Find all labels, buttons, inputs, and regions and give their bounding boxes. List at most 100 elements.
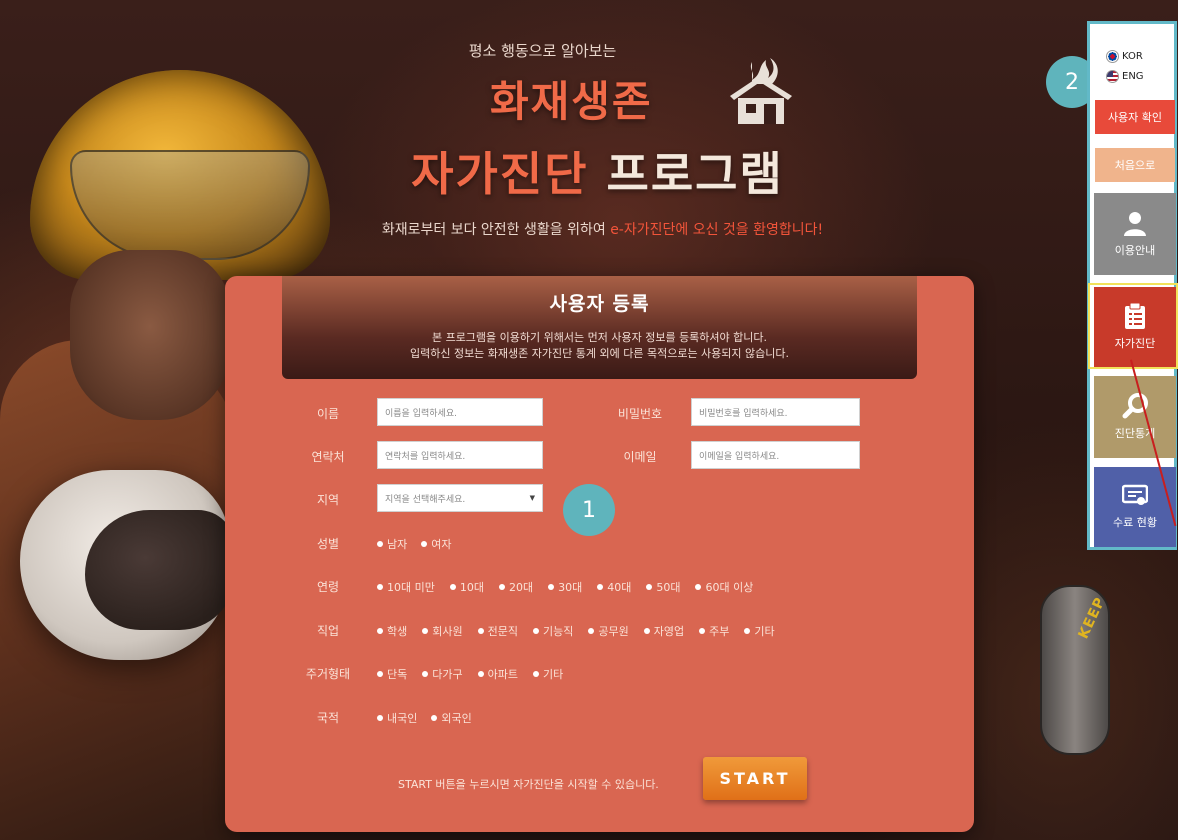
us-flag-icon xyxy=(1106,70,1119,83)
password-label: 비밀번호 xyxy=(617,407,663,421)
nationality-option-korean[interactable]: 내국인 xyxy=(377,710,417,726)
radio-dot-icon xyxy=(422,671,429,677)
registration-panel: 사용자 등록 본 프로그램을 이용하기 위해서는 먼저 사용자 정보를 등록하셔… xyxy=(225,276,974,832)
radio-dot-icon xyxy=(477,628,484,634)
radio-dot-icon xyxy=(533,628,539,634)
option-label: 외국인 xyxy=(441,712,472,725)
start-button[interactable]: START xyxy=(703,757,807,800)
radio-dot-icon xyxy=(699,628,706,634)
completion-label: 수료 현황 xyxy=(1113,516,1157,529)
firefighter-face xyxy=(70,250,230,420)
option-label: 30대 xyxy=(558,581,583,594)
housing-label: 주거형태 xyxy=(305,667,351,681)
job-option-self-employed[interactable]: 자영업 xyxy=(643,623,685,639)
job-label: 직업 xyxy=(316,624,340,638)
job-option-civil-servant[interactable]: 공무원 xyxy=(588,623,629,639)
gender-label: 성별 xyxy=(316,537,340,551)
radio-dot-icon xyxy=(377,584,383,590)
option-label: 기타 xyxy=(543,668,564,681)
job-option-student[interactable]: 학생 xyxy=(377,623,407,639)
gender-options: 남자 여자 xyxy=(377,536,452,552)
age-option-60plus[interactable]: 60대 이상 xyxy=(695,579,753,595)
age-option-40s[interactable]: 40대 xyxy=(597,579,631,595)
registration-description: 본 프로그램을 이용하기 위해서는 먼저 사용자 정보를 등록하셔야 합니다. … xyxy=(282,330,917,362)
email-label: 이메일 xyxy=(623,450,657,464)
description-line1: 본 프로그램을 이용하기 위해서는 먼저 사용자 정보를 등록하셔야 합니다. xyxy=(431,331,768,344)
job-option-professional[interactable]: 전문직 xyxy=(477,623,518,639)
radio-dot-icon xyxy=(695,584,702,590)
radio-dot-icon xyxy=(431,715,438,721)
housing-option-other[interactable]: 기타 xyxy=(533,666,563,682)
job-option-other[interactable]: 기타 xyxy=(744,623,775,639)
option-label: 남자 xyxy=(387,538,408,551)
job-option-office[interactable]: 회사원 xyxy=(422,623,463,639)
job-option-technical[interactable]: 기능직 xyxy=(533,623,573,639)
radio-dot-icon xyxy=(477,671,484,677)
housing-option-detached[interactable]: 단독 xyxy=(377,666,407,682)
option-label: 단독 xyxy=(387,668,408,681)
housing-option-apartment[interactable]: 아파트 xyxy=(477,666,518,682)
nationality-options: 내국인 외국인 xyxy=(377,710,472,726)
radio-dot-icon xyxy=(646,584,653,590)
lang-kor-label: KOR xyxy=(1122,51,1143,62)
registration-header: 사용자 등록 본 프로그램을 이용하기 위해서는 먼저 사용자 정보를 등록하셔… xyxy=(282,276,917,379)
option-label: 20대 xyxy=(508,581,534,594)
korea-flag-icon xyxy=(1106,50,1119,63)
housing-option-multi-family[interactable]: 다가구 xyxy=(422,666,463,682)
region-select[interactable]: 지역을 선택해주세요. ▼ xyxy=(377,484,543,512)
radio-dot-icon xyxy=(533,671,539,677)
age-option-50s[interactable]: 50대 xyxy=(646,579,680,595)
welcome-highlight: e-자가진단에 오신 것을 환영합니다! xyxy=(610,222,824,238)
nationality-option-foreigner[interactable]: 외국인 xyxy=(431,710,472,726)
radio-dot-icon xyxy=(449,584,456,590)
page-title-line2: 자가진단 프로그램 xyxy=(0,138,1178,204)
option-label: 40대 xyxy=(607,581,632,594)
lang-eng[interactable]: ENG xyxy=(1106,70,1144,83)
radio-dot-icon xyxy=(744,628,751,634)
gender-option-male[interactable]: 남자 xyxy=(377,536,407,552)
radio-dot-icon xyxy=(377,671,383,677)
password-input[interactable]: 비밀번호를 입력하세요. xyxy=(691,398,860,426)
radio-dot-icon xyxy=(643,628,650,634)
title-program: 프로그램 xyxy=(588,147,784,201)
radio-dot-icon xyxy=(422,628,429,634)
option-label: 전문직 xyxy=(487,625,518,638)
user-icon xyxy=(1124,212,1146,236)
name-label: 이름 xyxy=(316,407,340,421)
start-hint: START 버튼을 누르시면 자가진단을 시작할 수 있습니다. xyxy=(398,778,659,791)
age-option-under10[interactable]: 10대 미만 xyxy=(377,579,435,595)
option-label: 60대 이상 xyxy=(705,581,754,594)
age-option-10s[interactable]: 10대 xyxy=(449,579,484,595)
option-label: 학생 xyxy=(387,625,408,638)
user-check-button[interactable]: 사용자 확인 xyxy=(1095,100,1175,134)
registration-title: 사용자 등록 xyxy=(549,293,650,315)
gender-option-female[interactable]: 여자 xyxy=(421,536,452,552)
radio-dot-icon xyxy=(498,584,505,590)
go-home-button[interactable]: 처음으로 xyxy=(1095,148,1175,182)
email-input[interactable]: 이메일을 입력하세요. xyxy=(691,441,860,469)
certificate-icon xyxy=(1122,484,1148,505)
job-options: 학생 회사원 전문직 기능직 공무원 자영업 주부 기타 xyxy=(377,623,775,639)
option-label: 자영업 xyxy=(653,625,685,638)
stats-button[interactable]: 진단통계 xyxy=(1094,376,1176,458)
option-label: 회사원 xyxy=(432,625,463,638)
region-label: 지역 xyxy=(316,493,340,507)
radio-dot-icon xyxy=(548,584,555,590)
job-option-homemaker[interactable]: 주부 xyxy=(699,623,729,639)
lang-kor[interactable]: KOR xyxy=(1106,50,1143,63)
age-option-20s[interactable]: 20대 xyxy=(498,579,534,595)
name-input[interactable]: 이름을 입력하세요. xyxy=(377,398,543,426)
option-label: 아파트 xyxy=(487,668,518,681)
guide-button[interactable]: 이용안내 xyxy=(1094,193,1176,275)
option-label: 주부 xyxy=(709,625,730,638)
chevron-down-icon: ▼ xyxy=(529,494,535,502)
highlight-box xyxy=(1088,283,1178,369)
age-option-30s[interactable]: 30대 xyxy=(548,579,582,595)
radio-dot-icon xyxy=(377,541,383,547)
radio-dot-icon xyxy=(597,584,604,590)
lang-eng-label: ENG xyxy=(1122,71,1144,82)
radio-dot-icon xyxy=(421,541,428,547)
page-title-line1: 화재생존 xyxy=(490,77,653,126)
title-self-check: 자가진단 xyxy=(411,147,589,201)
contact-input[interactable]: 연락처를 입력하세요. xyxy=(377,441,543,469)
